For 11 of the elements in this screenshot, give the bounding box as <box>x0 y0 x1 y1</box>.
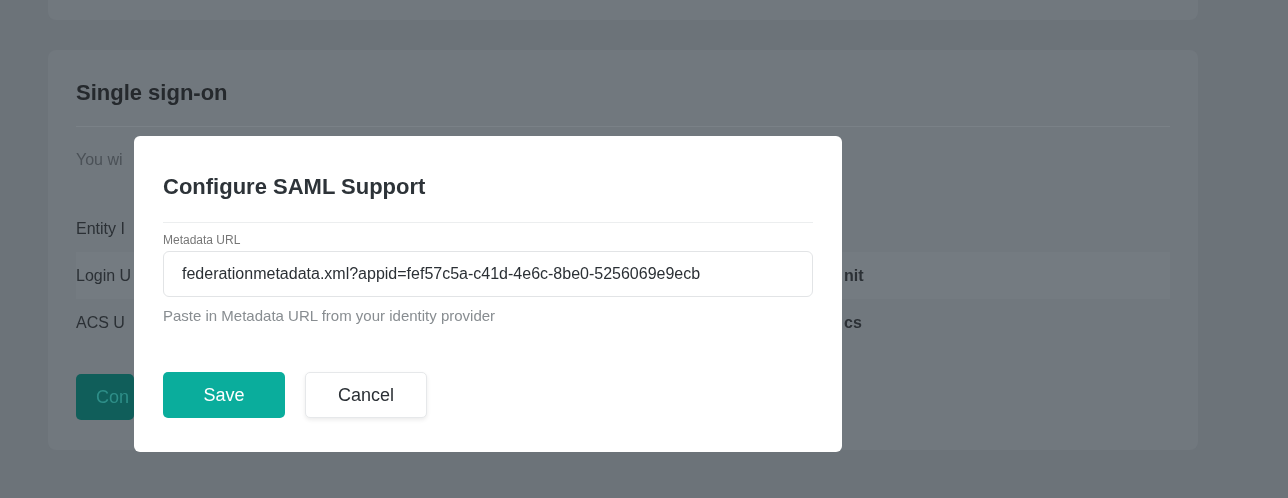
field-label: Entity I <box>76 219 125 238</box>
field-value: nit <box>844 266 864 285</box>
metadata-url-field[interactable]: federationmetadata.xml?appid=fef57c5a-c41d-4e6c-8be0-5256069e9ecb <box>163 251 813 297</box>
field-label: Metadata URL <box>163 233 241 247</box>
cancel-button[interactable]: Cancel <box>305 372 427 418</box>
section-title: Single sign-on <box>76 79 229 107</box>
field-label: Login U <box>76 266 132 285</box>
field-value: cs <box>844 313 862 332</box>
help-text: Paste in Metadata URL from your identity provider <box>163 307 497 324</box>
field-label: ACS U <box>76 313 125 332</box>
dialog-title: Configure SAML Support <box>163 173 427 201</box>
